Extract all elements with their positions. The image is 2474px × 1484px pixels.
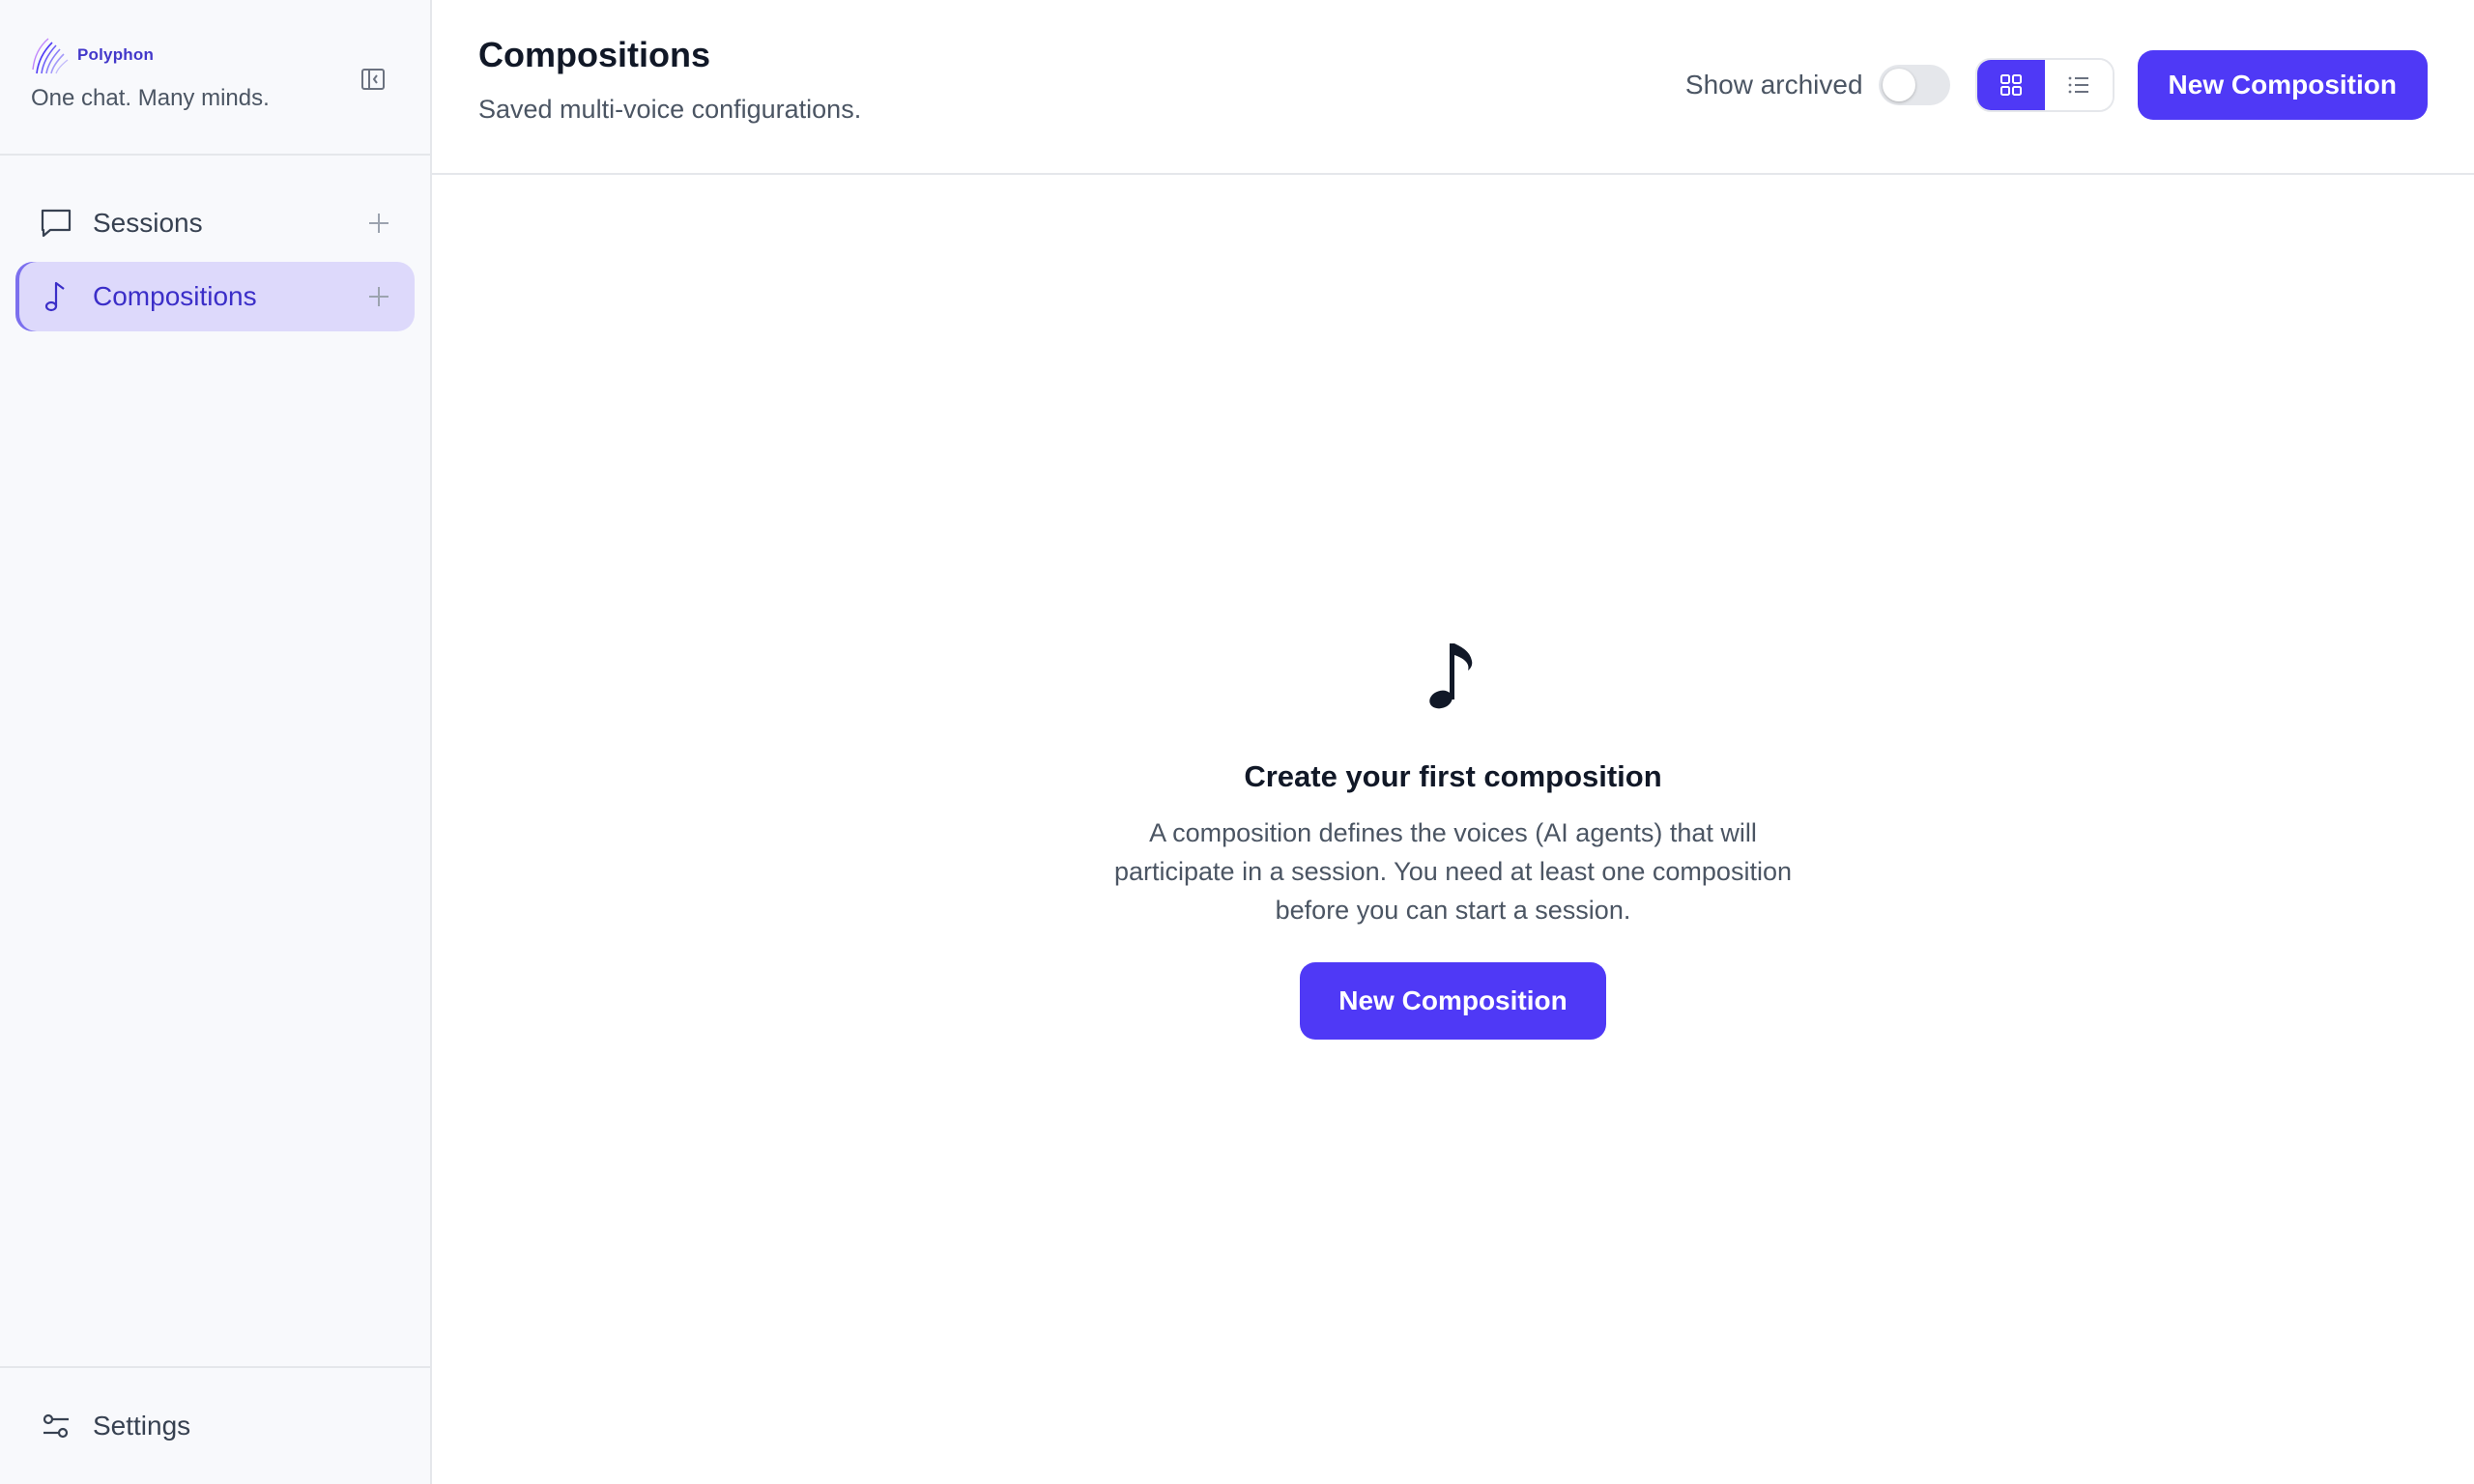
- sidebar-item-sessions[interactable]: Sessions: [15, 188, 415, 258]
- sidebar-item-compositions[interactable]: Compositions: [15, 262, 415, 331]
- sidebar-footer: Settings: [0, 1366, 430, 1484]
- add-composition-button[interactable]: [362, 280, 395, 313]
- grid-icon: [1999, 74, 2022, 96]
- empty-state: Create your first composition A composit…: [432, 636, 2474, 1040]
- sidebar-item-label: Sessions: [93, 208, 203, 238]
- sidebar-header: Polyphon One chat. Many minds.: [0, 0, 430, 156]
- chat-bubble-icon: [37, 204, 75, 243]
- add-session-button[interactable]: [362, 207, 395, 240]
- title-block: Compositions Saved multi-voice configura…: [478, 35, 1685, 125]
- app-window: Polyphon One chat. Many minds. Sessions: [0, 0, 2474, 1484]
- content-area: Create your first composition A composit…: [432, 175, 2474, 1484]
- polyphon-logo-icon: [32, 38, 69, 74]
- new-composition-button[interactable]: New Composition: [2137, 50, 2428, 120]
- list-view-button[interactable]: [2044, 60, 2113, 110]
- sliders-icon: [37, 1407, 75, 1445]
- sidebar-nav: Sessions Compositions: [0, 156, 430, 1366]
- sidebar-item-settings[interactable]: Settings: [15, 1391, 190, 1461]
- empty-state-new-composition-button[interactable]: New Composition: [1300, 962, 1606, 1040]
- brand-tagline: One chat. Many minds.: [31, 85, 270, 111]
- sidebar: Polyphon One chat. Many minds. Sessions: [0, 0, 432, 1484]
- show-archived-label: Show archived: [1684, 70, 1863, 100]
- empty-state-description: A composition defines the voices (AI age…: [1114, 818, 1792, 925]
- page-title: Compositions: [478, 35, 710, 74]
- main-panel: Compositions Saved multi-voice configura…: [432, 0, 2474, 1484]
- toggle-knob: [1882, 69, 1915, 101]
- sidebar-collapse-icon: [361, 69, 385, 90]
- collapse-sidebar-button[interactable]: [358, 64, 388, 95]
- sidebar-item-label: Compositions: [93, 281, 257, 311]
- music-note-icon: [1428, 643, 1472, 709]
- music-note-icon: [37, 277, 75, 316]
- grid-view-button[interactable]: [1976, 60, 2045, 110]
- brand: Polyphon: [31, 35, 399, 75]
- show-archived-toggle[interactable]: [1878, 65, 1950, 105]
- list-icon: [2068, 76, 2088, 94]
- header-controls: Show archived New Composition: [1685, 50, 2428, 120]
- plus-icon: [369, 214, 388, 233]
- page-header: Compositions Saved multi-voice configura…: [432, 0, 2474, 175]
- empty-state-title: Create your first composition: [1244, 759, 1662, 793]
- view-mode-toggle: [1974, 58, 2114, 112]
- page-subtitle: Saved multi-voice configurations.: [478, 95, 862, 124]
- brand-name: Polyphon: [77, 45, 155, 64]
- settings-label: Settings: [93, 1411, 191, 1441]
- plus-icon: [369, 287, 388, 306]
